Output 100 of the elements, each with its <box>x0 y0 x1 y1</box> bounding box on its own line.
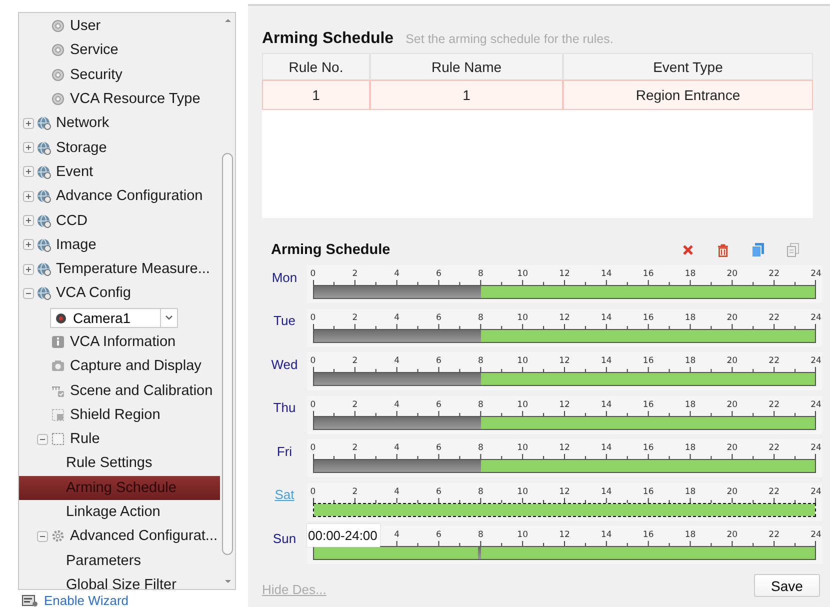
hour-label: 12 <box>559 530 570 540</box>
unarmed-segment[interactable] <box>314 330 481 342</box>
expand-icon[interactable] <box>23 215 34 226</box>
day-label[interactable]: Mon <box>262 270 307 284</box>
close-icon[interactable] <box>682 244 694 256</box>
expand-icon[interactable] <box>23 142 34 154</box>
hour-label: 2 <box>352 443 358 453</box>
expand-icon[interactable] <box>23 264 34 275</box>
copy-icon[interactable] <box>752 243 764 257</box>
sidebar-item[interactable]: Shield Region <box>19 402 221 428</box>
hour-label: 14 <box>601 443 612 453</box>
gear-icon <box>51 92 65 106</box>
camera-icon <box>51 359 65 374</box>
hour-label: 16 <box>642 443 654 453</box>
section-title: Arming Schedule <box>271 242 390 258</box>
hour-label: 4 <box>394 530 400 540</box>
hour-label: 2 <box>352 400 358 410</box>
info-icon <box>51 335 65 349</box>
day-label[interactable]: Wed <box>262 356 307 372</box>
unarmed-segment[interactable] <box>478 547 481 559</box>
table-row[interactable]: 1 1 Region Entrance <box>262 80 813 110</box>
sidebar-item[interactable]: Network <box>19 111 221 136</box>
unarmed-segment[interactable] <box>314 416 481 428</box>
schedule-bar[interactable] <box>313 416 816 430</box>
sidebar-item[interactable]: VCA Information <box>19 330 221 354</box>
expand-icon[interactable] <box>23 118 34 129</box>
day-label[interactable]: Thu <box>262 400 307 415</box>
hour-label: 12 <box>559 269 570 279</box>
schedule-bar[interactable] <box>313 328 816 342</box>
sidebar-item[interactable]: Rule Settings <box>19 451 221 476</box>
hour-label: 24 <box>810 486 822 496</box>
sidebar-item[interactable]: Temperature Measure... <box>19 256 221 282</box>
globe-gear-icon <box>37 189 51 204</box>
sidebar-item[interactable]: Parameters <box>19 548 221 573</box>
table-cell: 1 <box>262 80 370 110</box>
globe-gear-icon <box>37 286 51 300</box>
sidebar-item[interactable]: VCA Config <box>19 281 221 306</box>
hour-label: 22 <box>768 443 780 453</box>
hour-label: 8 <box>478 400 484 410</box>
column-header[interactable]: Event Type <box>563 53 813 80</box>
sidebar-item[interactable]: Advanced Configurat... <box>19 524 221 549</box>
sidebar-item[interactable]: Service <box>19 38 221 63</box>
hour-label: 18 <box>684 530 696 540</box>
day-label[interactable]: Tue <box>262 313 307 328</box>
hour-label: 18 <box>684 356 696 366</box>
day-label[interactable]: Fri <box>262 444 307 458</box>
hour-label: 2 <box>352 356 358 366</box>
gear-icon <box>51 68 65 82</box>
hour-label: 22 <box>768 269 780 279</box>
scroll-down-icon[interactable] <box>225 580 231 583</box>
hour-label: 10 <box>517 443 528 453</box>
collapse-icon[interactable] <box>23 288 34 299</box>
sidebar-item[interactable]: User <box>19 14 221 38</box>
sidebar-item[interactable]: Event <box>19 160 221 184</box>
hour-label: 8 <box>478 443 484 453</box>
scene-icon <box>51 384 65 398</box>
hour-label: 22 <box>768 356 780 366</box>
sidebar-item[interactable]: Linkage Action <box>19 500 221 524</box>
sidebar-item[interactable]: Capture and Display <box>19 354 221 378</box>
enable-wizard-link[interactable]: Enable Wizard <box>44 594 129 607</box>
hour-label: 8 <box>478 486 484 496</box>
collapse-icon[interactable] <box>37 434 48 445</box>
trash-icon[interactable] <box>717 244 729 256</box>
hour-label: 16 <box>642 269 654 279</box>
camera-dropdown[interactable]: Camera1 <box>50 308 178 328</box>
hour-label: 0 <box>310 269 316 279</box>
hour-label: 18 <box>684 400 696 410</box>
table-cell: Region Entrance <box>563 80 813 110</box>
expand-icon[interactable] <box>23 166 34 178</box>
collapse-icon[interactable] <box>37 530 48 542</box>
wizard-icon[interactable] <box>22 594 38 606</box>
hour-label: 8 <box>478 530 484 540</box>
hour-label: 18 <box>684 269 696 279</box>
sidebar-item[interactable]: Scene and Calibration <box>19 378 221 403</box>
hour-label: 22 <box>768 486 780 496</box>
save-button[interactable]: Save <box>754 574 820 597</box>
day-label[interactable]: Sun <box>262 530 307 546</box>
scrollbar-thumb[interactable] <box>222 153 233 555</box>
expand-icon[interactable] <box>23 239 34 250</box>
column-header[interactable]: Rule Name <box>370 53 563 80</box>
sidebar-item[interactable]: Security <box>19 62 221 87</box>
page-title: Arming Schedule <box>262 30 394 48</box>
sidebar-item[interactable]: Storage <box>19 135 221 160</box>
sidebar-item[interactable]: CCD <box>19 208 221 233</box>
scroll-up-icon[interactable] <box>225 19 231 22</box>
hour-label: 4 <box>394 312 400 322</box>
expand-icon[interactable] <box>23 190 34 202</box>
hour-label: 16 <box>642 356 654 366</box>
hour-label: 4 <box>394 486 400 496</box>
sidebar-item[interactable]: Rule <box>19 427 221 452</box>
hour-label: 16 <box>642 400 654 410</box>
column-header[interactable]: Rule No. <box>262 53 370 80</box>
sidebar-item[interactable]: Image <box>19 232 221 257</box>
hour-label: 16 <box>642 486 654 496</box>
globe-gear-icon <box>37 214 51 228</box>
sidebar-item[interactable]: Advance Configuration <box>19 184 221 208</box>
hour-label: 24 <box>810 356 822 366</box>
sidebar-item[interactable]: Global Size Filter <box>19 572 221 589</box>
hour-label: 20 <box>726 530 738 540</box>
sidebar-item[interactable]: VCA Resource Type <box>19 86 221 112</box>
